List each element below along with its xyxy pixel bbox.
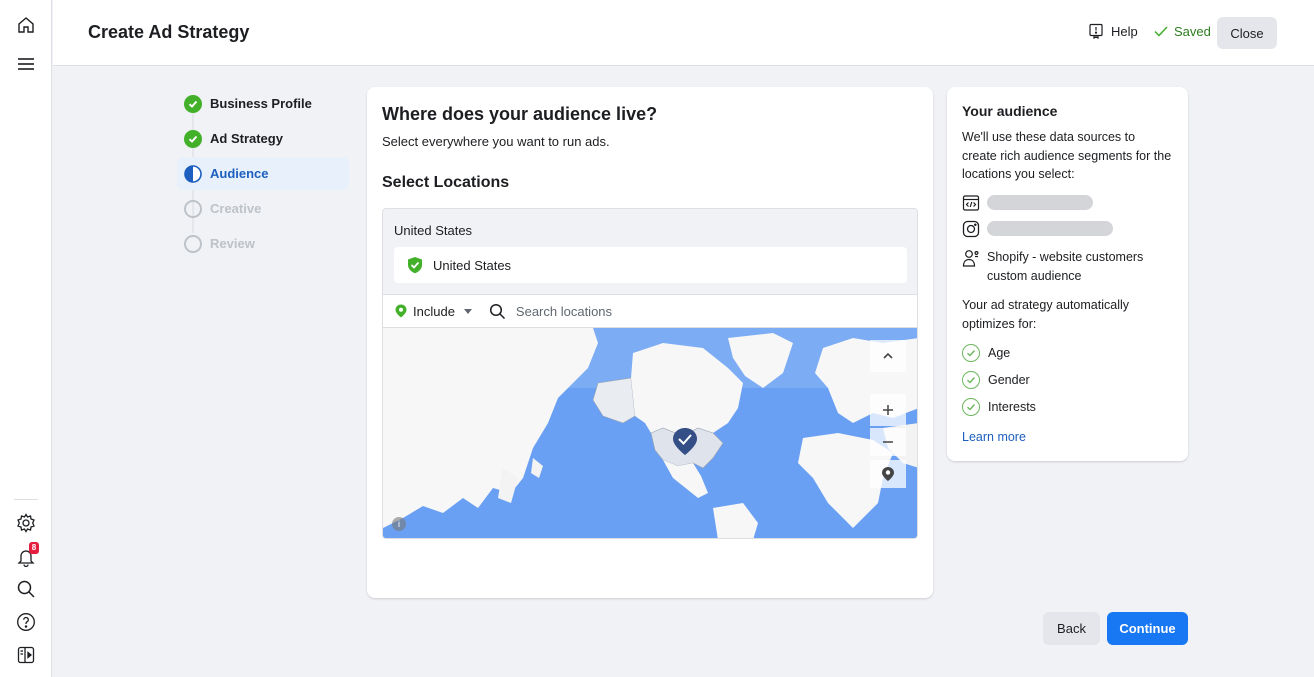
search-icon[interactable] — [14, 577, 38, 601]
progress-steps: Business Profile Ad Strategy Audience Cr… — [177, 87, 349, 262]
step-label: Creative — [210, 201, 262, 216]
map-info-icon[interactable]: i — [392, 517, 406, 531]
selected-location-chip[interactable]: United States — [394, 247, 907, 283]
world-map[interactable]: i — [383, 328, 917, 538]
saved-label: Saved — [1174, 23, 1211, 39]
step-business-profile[interactable]: Business Profile — [177, 87, 349, 120]
card-heading: Where does your audience live? — [382, 104, 658, 124]
selected-group-label: United States — [394, 223, 473, 238]
step-label: Business Profile — [210, 96, 312, 111]
redacted-source-name — [987, 221, 1113, 236]
data-source-custom-audience: Shopify - website customers custom audie… — [962, 248, 1167, 285]
step-label: Review — [210, 236, 255, 251]
audience-panel-title: Your audience — [962, 103, 1058, 119]
help-label: Help — [1111, 23, 1138, 39]
map-zoom-out-button[interactable] — [870, 428, 906, 456]
check-circle-icon — [962, 398, 980, 416]
chevron-up-icon — [883, 352, 893, 359]
step-creative[interactable]: Creative — [177, 192, 349, 225]
selected-locations-panel: United States United States — [383, 209, 917, 295]
redacted-source-name — [987, 195, 1093, 210]
custom-audience-label: Shopify - website customers custom audie… — [987, 250, 1144, 283]
optimization-gender: Gender — [962, 371, 1030, 389]
audience-info-panel: Your audience We'll use these data sourc… — [947, 87, 1188, 461]
data-source-instagram — [962, 220, 1113, 238]
step-review[interactable]: Review — [177, 227, 349, 260]
optimizes-for-text: Your ad strategy automatically optimizes… — [962, 298, 1129, 331]
step-audience[interactable]: Audience — [177, 157, 349, 190]
menu-icon[interactable] — [14, 52, 38, 76]
data-source-website — [962, 194, 1093, 212]
optimization-label: Gender — [988, 373, 1030, 387]
check-circle-icon — [962, 371, 980, 389]
optimization-age: Age — [962, 344, 1010, 362]
notification-count-badge: 8 — [29, 542, 39, 554]
step-empty-circle-icon — [184, 234, 202, 253]
audience-panel-description: We'll use these data sources to create r… — [962, 130, 1172, 181]
instagram-icon — [962, 220, 980, 238]
location-search-bar: Include Search locations — [383, 295, 917, 328]
notifications-bell-icon[interactable]: 8 — [14, 542, 39, 569]
location-selector: United States United States Include Sear… — [382, 208, 918, 539]
include-dropdown[interactable]: Include — [395, 304, 475, 319]
step-ad-strategy[interactable]: Ad Strategy — [177, 122, 349, 155]
caret-down-icon — [463, 309, 472, 314]
card-subheading: Select everywhere you want to run ads. — [382, 134, 610, 149]
home-icon[interactable] — [14, 13, 38, 37]
back-button[interactable]: Back — [1043, 612, 1100, 645]
help-button[interactable]: Help — [1088, 23, 1138, 39]
continue-button[interactable]: Continue — [1107, 612, 1188, 645]
optimization-label: Interests — [988, 400, 1036, 414]
top-header: Create Ad Strategy Help Saved Close — [53, 0, 1314, 66]
search-icon — [489, 303, 505, 319]
optimization-label: Age — [988, 346, 1011, 360]
map-pin-icon — [882, 467, 894, 481]
settings-gear-icon[interactable] — [14, 511, 38, 535]
map-drop-pin-button[interactable] — [870, 460, 906, 488]
map-collapse-button[interactable] — [870, 340, 906, 372]
search-locations-placeholder[interactable]: Search locations — [516, 304, 612, 319]
page-title: Create Ad Strategy — [88, 22, 250, 42]
toggle-panel-icon[interactable] — [14, 643, 38, 667]
optimization-interests: Interests — [962, 398, 1036, 416]
location-card: Where does your audience live? Select ev… — [367, 87, 933, 598]
plus-icon — [883, 405, 893, 415]
help-book-icon — [1089, 23, 1103, 39]
close-button[interactable]: Close — [1217, 17, 1277, 49]
check-circle-icon — [962, 344, 980, 362]
checkmark-icon — [1154, 26, 1168, 37]
website-code-icon — [962, 195, 980, 211]
step-complete-check-icon — [184, 94, 202, 113]
rail-divider — [14, 499, 38, 500]
people-icon — [962, 250, 979, 267]
location-pin-icon — [395, 304, 407, 318]
step-empty-circle-icon — [184, 199, 202, 218]
step-in-progress-half-circle-icon — [184, 164, 202, 183]
left-rail: 8 — [0, 0, 52, 677]
step-label: Audience — [210, 166, 269, 181]
map-zoom-in-button[interactable] — [870, 394, 906, 426]
saved-status: Saved — [1153, 23, 1211, 39]
step-complete-check-icon — [184, 129, 202, 148]
section-title: Select Locations — [382, 174, 510, 191]
step-label: Ad Strategy — [210, 131, 283, 146]
selected-location-name: United States — [433, 257, 512, 273]
location-search[interactable]: Search locations — [489, 303, 612, 320]
help-circle-icon[interactable] — [14, 610, 38, 634]
learn-more-link[interactable]: Learn more — [962, 430, 1026, 444]
minus-icon — [883, 441, 893, 443]
include-label: Include — [413, 303, 455, 319]
include-shield-icon — [408, 257, 422, 274]
